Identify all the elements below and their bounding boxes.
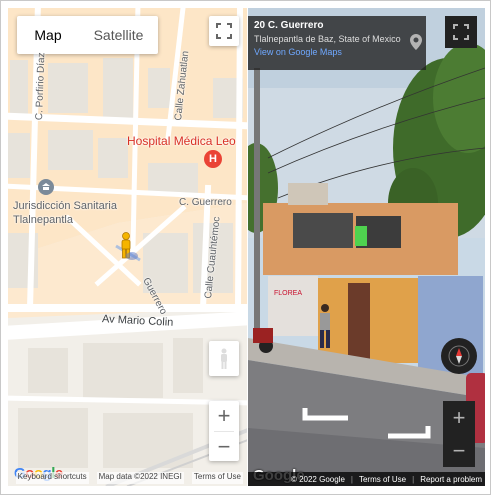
street-label-porfirio: C. Porfirio Díaz bbox=[34, 52, 48, 121]
app-frame: Map Satellite C. Porfirio Díaz Calle Zah… bbox=[0, 0, 491, 495]
map-type-map-button[interactable]: Map bbox=[17, 16, 79, 54]
map-zoom-control: + − bbox=[209, 401, 239, 461]
poi-label-jurisdiccion-2[interactable]: Tlalnepantla bbox=[13, 214, 73, 226]
street-view-terms-link[interactable]: Terms of Use bbox=[359, 475, 406, 484]
pegman-control-button[interactable] bbox=[209, 341, 239, 376]
map-attribution: Keyboard shortcuts Map data ©2022 INEGI … bbox=[8, 472, 247, 484]
street-view-pane[interactable]: FLOREA 20 C. Guerrero Tlalnepantla de Ba… bbox=[248, 8, 485, 486]
shop-sign-text: FLOREA bbox=[274, 290, 302, 297]
street-label-guerrero: C. Guerrero bbox=[179, 197, 232, 208]
street-view-copyright: © 2022 Google bbox=[290, 474, 345, 484]
fullscreen-icon bbox=[453, 24, 469, 40]
report-problem-link[interactable]: Report a problem bbox=[420, 475, 482, 484]
poi-label-jurisdiccion-1[interactable]: Jurisdicción Sanitaria bbox=[13, 200, 117, 212]
fullscreen-button[interactable] bbox=[209, 16, 239, 46]
street-view-zoom-in-button[interactable]: + bbox=[443, 401, 475, 434]
map-zoom-in-button[interactable]: + bbox=[209, 401, 239, 431]
fullscreen-icon bbox=[216, 23, 232, 39]
location-pin-icon[interactable] bbox=[410, 34, 422, 55]
view-on-google-maps-link[interactable]: View on Google Maps bbox=[254, 47, 420, 57]
hospital-marker-icon[interactable]: H bbox=[204, 150, 222, 168]
street-view-zoom-out-button[interactable]: − bbox=[443, 434, 475, 467]
map-type-control: Map Satellite bbox=[17, 16, 158, 54]
street-view-subtitle: Tlalnepantla de Baz, State of Mexico bbox=[254, 34, 401, 44]
street-view-title: 20 C. Guerrero bbox=[254, 20, 324, 31]
government-marker-icon[interactable] bbox=[38, 179, 54, 195]
street-view-attribution: © 2022 Google | Terms of Use | Report a … bbox=[248, 472, 485, 486]
map-terms-link[interactable]: Terms of Use bbox=[191, 472, 243, 484]
compass-icon bbox=[448, 345, 470, 367]
hospital-label[interactable]: Hospital Médica Leo bbox=[127, 134, 236, 148]
compass-button[interactable] bbox=[441, 338, 477, 374]
street-view-fullscreen-button[interactable] bbox=[445, 16, 477, 48]
map-pane[interactable]: Map Satellite C. Porfirio Díaz Calle Zah… bbox=[8, 8, 247, 486]
keyboard-shortcuts-link[interactable]: Keyboard shortcuts bbox=[15, 472, 89, 484]
pegman-icon[interactable] bbox=[118, 232, 134, 265]
street-view-address-panel: 20 C. Guerrero Tlalnepantla de Baz, Stat… bbox=[248, 16, 426, 70]
street-view-zoom-control: + − bbox=[443, 401, 475, 467]
map-zoom-out-button[interactable]: − bbox=[209, 432, 239, 462]
map-data-text: Map data ©2022 INEGI bbox=[96, 472, 184, 484]
street-view-direction-icon bbox=[126, 252, 138, 260]
map-type-satellite-button[interactable]: Satellite bbox=[79, 16, 158, 54]
pegman-disabled-icon bbox=[221, 348, 227, 369]
